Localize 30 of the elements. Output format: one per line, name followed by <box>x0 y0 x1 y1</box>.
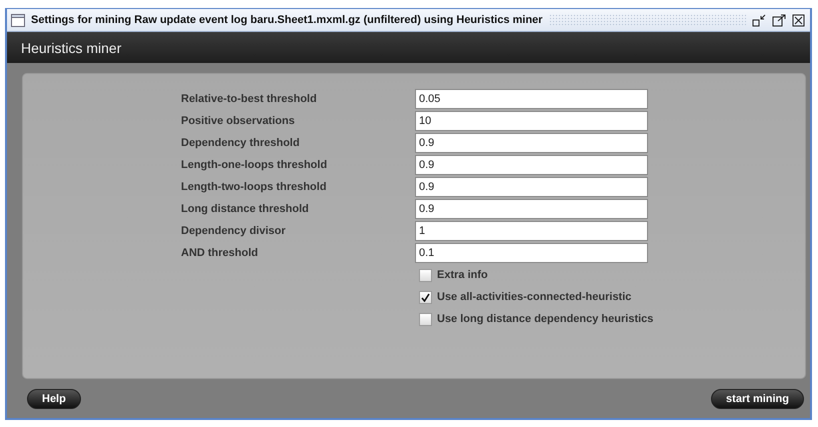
close-icon[interactable] <box>792 14 806 26</box>
parameter-label: Length-one-loops threshold <box>181 159 328 171</box>
parameter-label: Length-two-loops threshold <box>181 181 328 193</box>
window-title: Settings for mining Raw update event log baru.Sheet1.mxml.gz (unfiltered) using Heuristics miner <box>31 14 543 26</box>
input-field[interactable]: 0.9 <box>415 155 648 175</box>
parameter-label: Positive observations <box>181 115 296 127</box>
option-label: Extra info <box>437 269 488 281</box>
minimize-icon[interactable] <box>752 14 766 26</box>
input-field[interactable]: 10 <box>415 111 648 131</box>
option-label: Use long distance dependency heuristics <box>437 313 654 325</box>
parameter-label: Dependency threshold <box>181 137 301 149</box>
window-icon <box>11 14 25 26</box>
checkbox[interactable] <box>419 268 432 282</box>
checkbox[interactable] <box>419 290 432 304</box>
parameter-label: Long distance threshold <box>181 203 310 215</box>
checkbox[interactable] <box>419 312 432 326</box>
input-field[interactable]: 0.9 <box>415 199 648 219</box>
help-button[interactable]: Help <box>27 388 81 408</box>
parameter-label: AND threshold <box>181 247 259 259</box>
parameter-label: Dependency divisor <box>181 225 287 237</box>
maximize-icon[interactable] <box>772 14 786 26</box>
input-field[interactable]: 0.1 <box>415 243 648 263</box>
option-label: Use all-activities-connected-heuristic <box>437 291 632 303</box>
parameter-label: Relative-to-best threshold <box>181 93 318 105</box>
input-field[interactable]: 1 <box>415 221 648 241</box>
header-title: Heuristics miner <box>21 40 122 56</box>
input-field[interactable]: 0.05 <box>415 89 648 109</box>
input-field[interactable]: 0.9 <box>415 133 648 153</box>
start-mining-button[interactable]: start mining <box>711 388 804 408</box>
input-field[interactable]: 0.9 <box>415 177 648 197</box>
